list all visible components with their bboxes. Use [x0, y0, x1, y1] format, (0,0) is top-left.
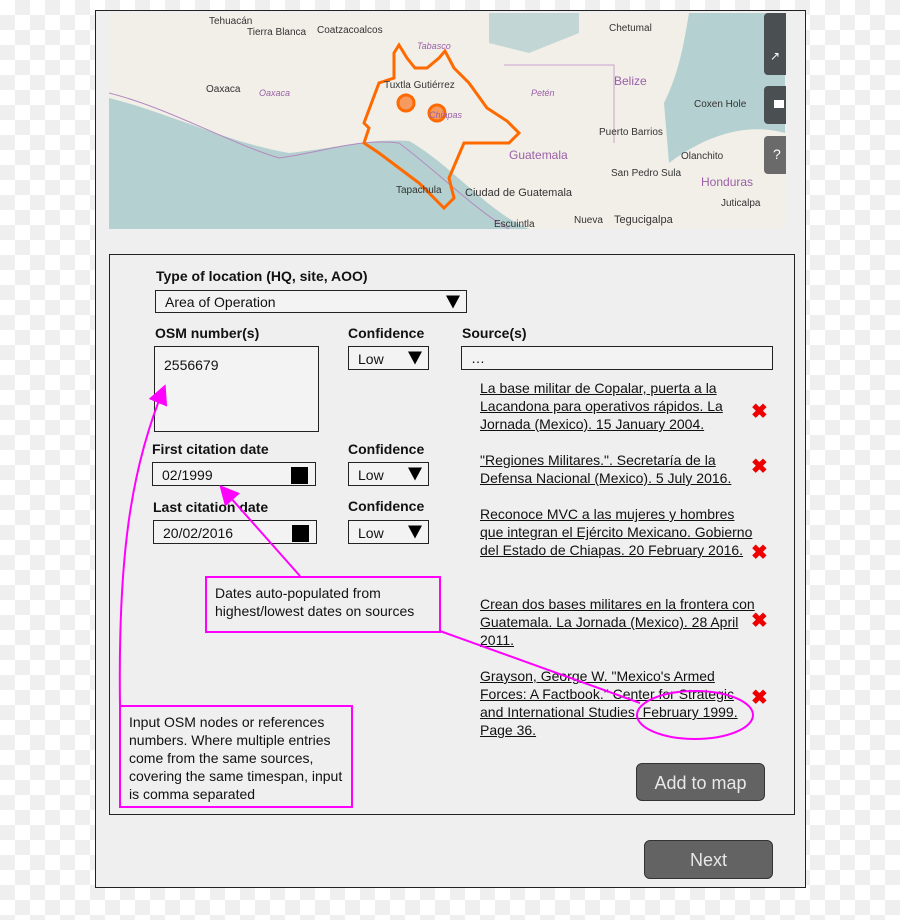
dates-note: Dates auto-populated from highest/lowest…: [205, 576, 441, 633]
dates-note-arrow: [219, 485, 301, 577]
highlight-ellipse: [636, 690, 754, 740]
osm-note: Input OSM nodes or references numbers. W…: [119, 705, 353, 808]
dates-note-line: [439, 630, 641, 704]
osm-note-arrow: [118, 384, 168, 706]
